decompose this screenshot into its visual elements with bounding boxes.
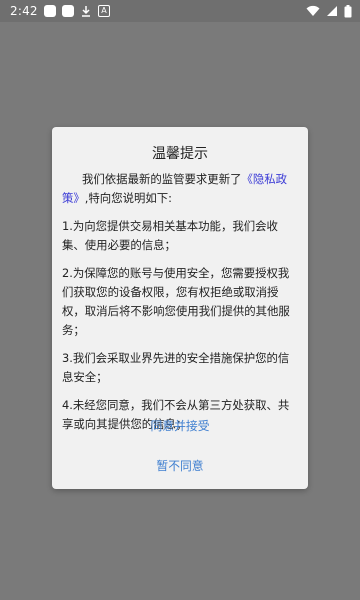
- reject-button[interactable]: 暂不同意: [52, 457, 308, 474]
- status-time: 2:42: [10, 4, 38, 18]
- wifi-icon: [306, 5, 320, 17]
- status-bar: 2:42 A: [0, 0, 360, 22]
- download-icon: [80, 5, 92, 17]
- intro-text: 我们依据最新的监管要求更新了: [82, 172, 242, 186]
- terms-item: 3.我们会采取业界先进的安全措施保护您的信息安全；: [62, 351, 290, 384]
- dialog-title: 温馨提示: [152, 146, 208, 162]
- system-icons: [306, 0, 352, 22]
- app-icon: [44, 5, 56, 17]
- privacy-dialog: 温馨提示 我们依据最新的监管要求更新了《隐私政策》,特向您说明如下: 1.为向您…: [52, 127, 308, 489]
- notification-icons: A: [44, 5, 110, 17]
- a-icon: A: [98, 5, 110, 17]
- intro-paragraph: 我们依据最新的监管要求更新了《隐私政策》,特向您说明如下:: [62, 170, 300, 208]
- accept-button[interactable]: 同意并接受: [52, 417, 308, 434]
- signal-icon: [326, 5, 338, 17]
- dialog-body: 我们依据最新的监管要求更新了《隐私政策》,特向您说明如下: 1.为向您提供交易相…: [62, 170, 300, 443]
- app-icon: [62, 5, 74, 17]
- battery-icon: [344, 4, 352, 18]
- terms-item: 2.为保障您的账号与使用安全，您需要授权我们获取您的设备权限，您有权拒绝或取消授…: [62, 266, 290, 337]
- terms-item: 1.为向您提供交易相关基本功能，我们会收集、使用必要的信息；: [62, 219, 278, 252]
- intro-suffix: ,特向您说明如下:: [84, 191, 172, 205]
